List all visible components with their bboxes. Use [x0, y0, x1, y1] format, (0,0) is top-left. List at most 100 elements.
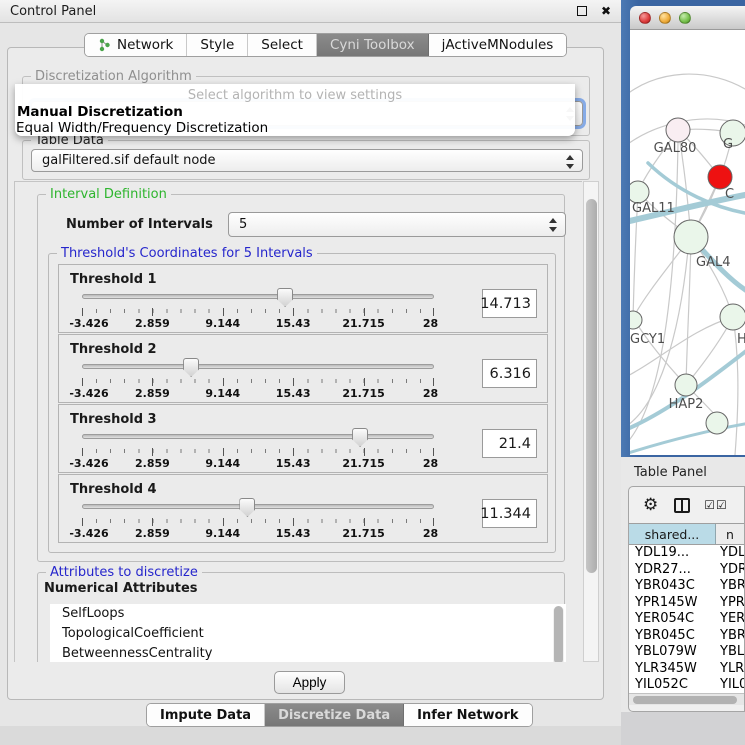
number-of-intervals-combobox[interactable]: 5	[228, 212, 566, 237]
table-row[interactable]: YER054CYER0	[629, 611, 744, 628]
interval-definition-group: Interval Definition Number of Intervals …	[37, 194, 565, 562]
slider-thumb[interactable]	[277, 288, 293, 307]
threshold-4-value-field[interactable]: 11.344	[482, 499, 537, 528]
tab-style[interactable]: Style	[187, 34, 248, 56]
node-label-partial-h: H	[737, 332, 745, 347]
threshold-1-slider[interactable]: -3.426 2.859 9.144 15.43 21.715 28	[82, 289, 434, 331]
slider-track[interactable]	[82, 294, 434, 299]
table-data-combobox[interactable]: galFiltered.sif default node	[31, 149, 583, 172]
table-header-row: shared... n	[629, 524, 744, 545]
algorithm-option-manual[interactable]: Manual Discretization	[17, 104, 183, 120]
numerical-attributes-label: Numerical Attributes	[44, 581, 198, 596]
table-row[interactable]: YDL19...YDL1	[629, 545, 744, 562]
table-row[interactable]: YIL052CYIL0	[629, 677, 744, 693]
node-label-hap2: HAP2	[669, 397, 704, 412]
node-gcy1[interactable]	[630, 311, 642, 329]
node-gal11[interactable]	[630, 181, 649, 203]
table-row[interactable]: YBL079WYBL0	[629, 644, 744, 661]
node-hap2[interactable]	[675, 374, 697, 396]
threshold-1-label: Threshold 1	[59, 265, 547, 287]
tab-discretize-data-label: Discretize Data	[278, 708, 390, 723]
tab-jactivemnodules[interactable]: jActiveMNodules	[429, 34, 567, 56]
attributes-group: Attributes to discretize Numerical Attri…	[37, 572, 565, 662]
select-columns-checkboxes-icon[interactable]: ☑☑	[704, 498, 728, 512]
table-row[interactable]: YBR045CYBR0	[629, 628, 744, 645]
tab-infer-network[interactable]: Infer Network	[404, 704, 531, 726]
slider-thumb[interactable]	[183, 358, 199, 377]
control-panel-titlebar: Control Panel ✖	[0, 0, 621, 23]
control-panel: Control Panel ✖ Network Style Select Cyn…	[0, 0, 621, 745]
threshold-2-value-field[interactable]: 6.316	[482, 359, 537, 388]
attribute-item[interactable]: SelfLoops	[50, 604, 566, 624]
table-row[interactable]: YDR27...YDR2	[629, 562, 744, 579]
node-label-partial-c: C	[725, 187, 734, 202]
table-data-group: Table Data galFiltered.sif default node	[22, 140, 590, 180]
threshold-1-box: Threshold 1	[58, 264, 548, 333]
slider-ticks	[82, 378, 434, 386]
numerical-attributes-list[interactable]: SelfLoops TopologicalCoefficient Between…	[50, 604, 566, 662]
settings-scroll-viewport: Interval Definition Number of Intervals …	[14, 181, 582, 662]
threshold-4-label: Threshold 4	[59, 475, 547, 497]
table-panel-title: Table Panel	[621, 457, 745, 480]
threshold-3-label: Threshold 3	[59, 405, 547, 427]
node-gal4[interactable]	[674, 220, 708, 254]
attributes-group-label: Attributes to discretize	[46, 565, 202, 580]
bottom-band	[0, 726, 621, 745]
node-label-gal80: GAL80	[654, 141, 697, 156]
algorithm-popup-hint: Select algorithm to view settings	[15, 88, 575, 103]
slider-thumb[interactable]	[239, 498, 255, 517]
node-partial-bottom[interactable]	[706, 412, 728, 434]
slider-ticks	[82, 308, 434, 316]
tab-network[interactable]: Network	[85, 34, 187, 56]
table-row[interactable]: YPR145WYPR1	[629, 595, 744, 612]
slider-thumb[interactable]	[352, 428, 368, 447]
table-rows: YDL19...YDL1 YDR27...YDR2 YBR043CYBR0 YP…	[629, 545, 744, 693]
tab-select-label: Select	[261, 37, 303, 53]
table-row[interactable]: YBR043CYBR0	[629, 578, 744, 595]
attribute-list-scrollbar[interactable]	[553, 606, 564, 662]
apply-button[interactable]: Apply	[274, 671, 345, 694]
control-panel-title: Control Panel	[10, 4, 96, 19]
settings-vertical-scrollbar[interactable]	[583, 181, 599, 662]
table-horizontal-scrollbar[interactable]	[629, 693, 744, 705]
table-panel: Table Panel ⚙ ☑☑ shared... n YDL19...YDL…	[621, 457, 745, 745]
tab-cyni-toolbox[interactable]: Cyni Toolbox	[317, 34, 429, 56]
thresholds-group-label: Threshold's Coordinates for 5 Intervals	[57, 246, 317, 261]
scrollbar-thumb[interactable]	[586, 199, 597, 573]
scrollbar-thumb[interactable]	[633, 696, 737, 704]
algorithm-option-equal-width[interactable]: Equal Width/Frequency Discretization	[16, 120, 268, 136]
table-row[interactable]: YLR345WYLR3	[629, 661, 744, 678]
slider-ticks	[82, 448, 434, 456]
close-traffic-light-icon[interactable]	[639, 12, 651, 24]
tab-impute-data[interactable]: Impute Data	[147, 704, 265, 726]
network-window-frame: GAL80 G C GAL11 GAL4 GCY1 H HAP2	[621, 0, 745, 457]
attribute-item[interactable]: TopologicalCoefficient	[50, 624, 566, 644]
slider-track[interactable]	[82, 504, 434, 509]
minimize-traffic-light-icon[interactable]	[659, 12, 671, 24]
node-partial-h[interactable]	[720, 304, 745, 330]
node-gal80[interactable]	[666, 118, 690, 142]
network-canvas[interactable]: GAL80 G C GAL11 GAL4 GCY1 H HAP2	[630, 30, 745, 455]
threshold-3-slider[interactable]: -3.426 2.859 9.144 15.43 21.715 28	[82, 429, 434, 471]
float-window-icon[interactable]	[577, 6, 587, 16]
tab-discretize-data[interactable]: Discretize Data	[265, 704, 404, 726]
attribute-item[interactable]: BetweennessCentrality	[50, 644, 566, 662]
slider-track[interactable]	[82, 434, 434, 439]
network-graph: GAL80 G C GAL11 GAL4 GCY1 H HAP2	[630, 30, 745, 455]
threshold-3-value-field[interactable]: 21.4	[482, 429, 537, 458]
threshold-4-slider[interactable]: -3.426 2.859 9.144 21.715 15.43 28	[82, 499, 434, 541]
threshold-2-slider[interactable]: -3.426 2.859 9.144 15.43 21.715 28	[82, 359, 434, 401]
threshold-1-value-field[interactable]: 14.713	[482, 289, 537, 318]
gear-icon[interactable]: ⚙	[643, 495, 658, 515]
column-header-shared-name[interactable]: shared...	[629, 524, 716, 544]
tab-select[interactable]: Select	[248, 34, 317, 56]
node-table: shared... n YDL19...YDL1 YDR27...YDR2 YB…	[629, 523, 744, 705]
slider-track[interactable]	[82, 364, 434, 369]
node-red-selected[interactable]	[708, 165, 732, 189]
zoom-traffic-light-icon[interactable]	[679, 12, 691, 24]
network-window-titlebar	[630, 6, 745, 30]
column-header-name[interactable]: n	[716, 524, 744, 544]
close-icon[interactable]: ✖	[601, 4, 611, 18]
node-label-gcy1: GCY1	[630, 332, 665, 347]
columns-icon[interactable]	[674, 498, 690, 513]
